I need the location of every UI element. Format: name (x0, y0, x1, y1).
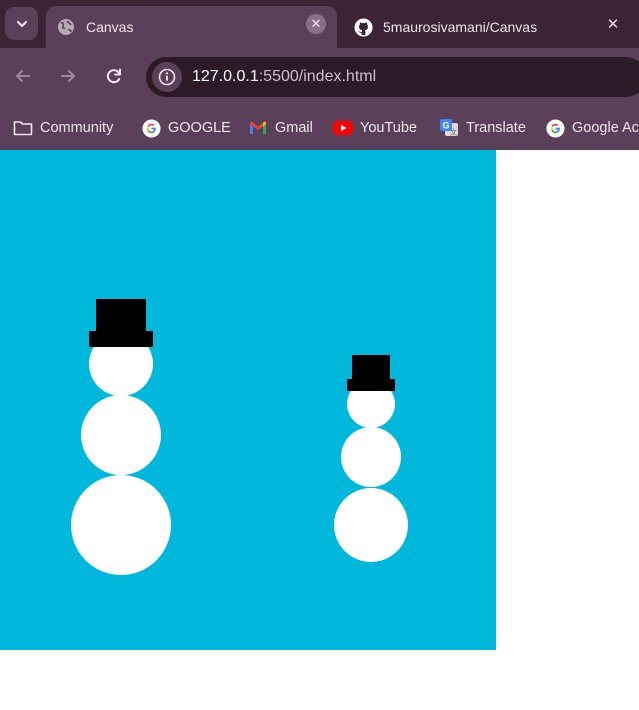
snowman-large-middle (81, 395, 161, 475)
tab-title: 5maurosivamani/Canvas (383, 19, 538, 35)
snowman-small (334, 355, 408, 562)
bookmark-gmail[interactable]: Gmail (248, 115, 313, 141)
reload-icon (106, 68, 121, 84)
tab-canvas[interactable]: Canvas ✕ (46, 6, 337, 48)
url-path: :5500/index.html (258, 68, 377, 85)
arrow-right-icon (61, 70, 75, 82)
github-icon (353, 17, 373, 37)
reload-button[interactable] (102, 64, 126, 88)
svg-text:文: 文 (450, 128, 457, 137)
hat-crown (352, 355, 390, 380)
tab-github[interactable]: 5maurosivamani/Canvas ✕ (342, 6, 639, 48)
bookmarks-bar: Community GOOGLE Gmail YouTube G 文 Trans… (0, 106, 639, 150)
google-icon (545, 118, 565, 138)
globe-icon (56, 17, 76, 37)
snowman-large (71, 299, 171, 575)
bookmark-label: Gmail (275, 120, 313, 136)
hat-brim (347, 379, 395, 391)
bookmark-label: YouTube (360, 120, 417, 136)
url-host: 127.0.0.1 (192, 68, 259, 85)
bookmark-label: Google Ac (572, 120, 639, 136)
site-info-button[interactable] (152, 62, 182, 92)
bookmark-youtube[interactable]: YouTube (333, 115, 417, 141)
bookmark-label: Community (40, 120, 114, 136)
snowman-scene (71, 299, 408, 575)
forward-button[interactable] (56, 64, 80, 88)
chevron-down-icon (16, 20, 27, 27)
translate-icon: G 文 (439, 118, 459, 138)
tab-title: Canvas (86, 19, 134, 35)
bookmark-label: Translate (466, 120, 526, 136)
arrow-left-icon (16, 70, 30, 82)
bookmark-label: GOOGLE (168, 120, 231, 136)
snowman-small-bottom (334, 488, 408, 562)
browser-toolbar: 127.0.0.1:5500/index.html (0, 48, 639, 106)
back-button[interactable] (11, 64, 35, 88)
bookmark-google-account[interactable]: Google Ac (545, 115, 639, 141)
drawing-canvas (0, 150, 496, 650)
google-icon (141, 118, 161, 138)
bookmark-translate[interactable]: G 文 Translate (439, 115, 526, 141)
svg-text:G: G (442, 121, 449, 131)
info-icon (158, 68, 176, 86)
folder-icon (13, 118, 33, 138)
gmail-icon (248, 118, 268, 138)
hat-brim (89, 331, 153, 347)
bookmark-community[interactable]: Community (13, 115, 113, 141)
hat-crown (96, 299, 146, 332)
bookmark-google[interactable]: GOOGLE (141, 115, 231, 141)
close-tab-icon[interactable]: ✕ (306, 14, 326, 34)
close-tab-icon[interactable]: ✕ (603, 14, 623, 34)
tab-strip: Canvas ✕ 5maurosivamani/Canvas ✕ (0, 0, 639, 48)
url-text: 127.0.0.1:5500/index.html (192, 68, 376, 86)
tab-search-button[interactable] (5, 7, 38, 40)
snowman-large-bottom (71, 475, 171, 575)
youtube-icon (333, 118, 353, 138)
address-bar[interactable]: 127.0.0.1:5500/index.html (146, 57, 639, 97)
snowman-small-middle (341, 427, 401, 487)
